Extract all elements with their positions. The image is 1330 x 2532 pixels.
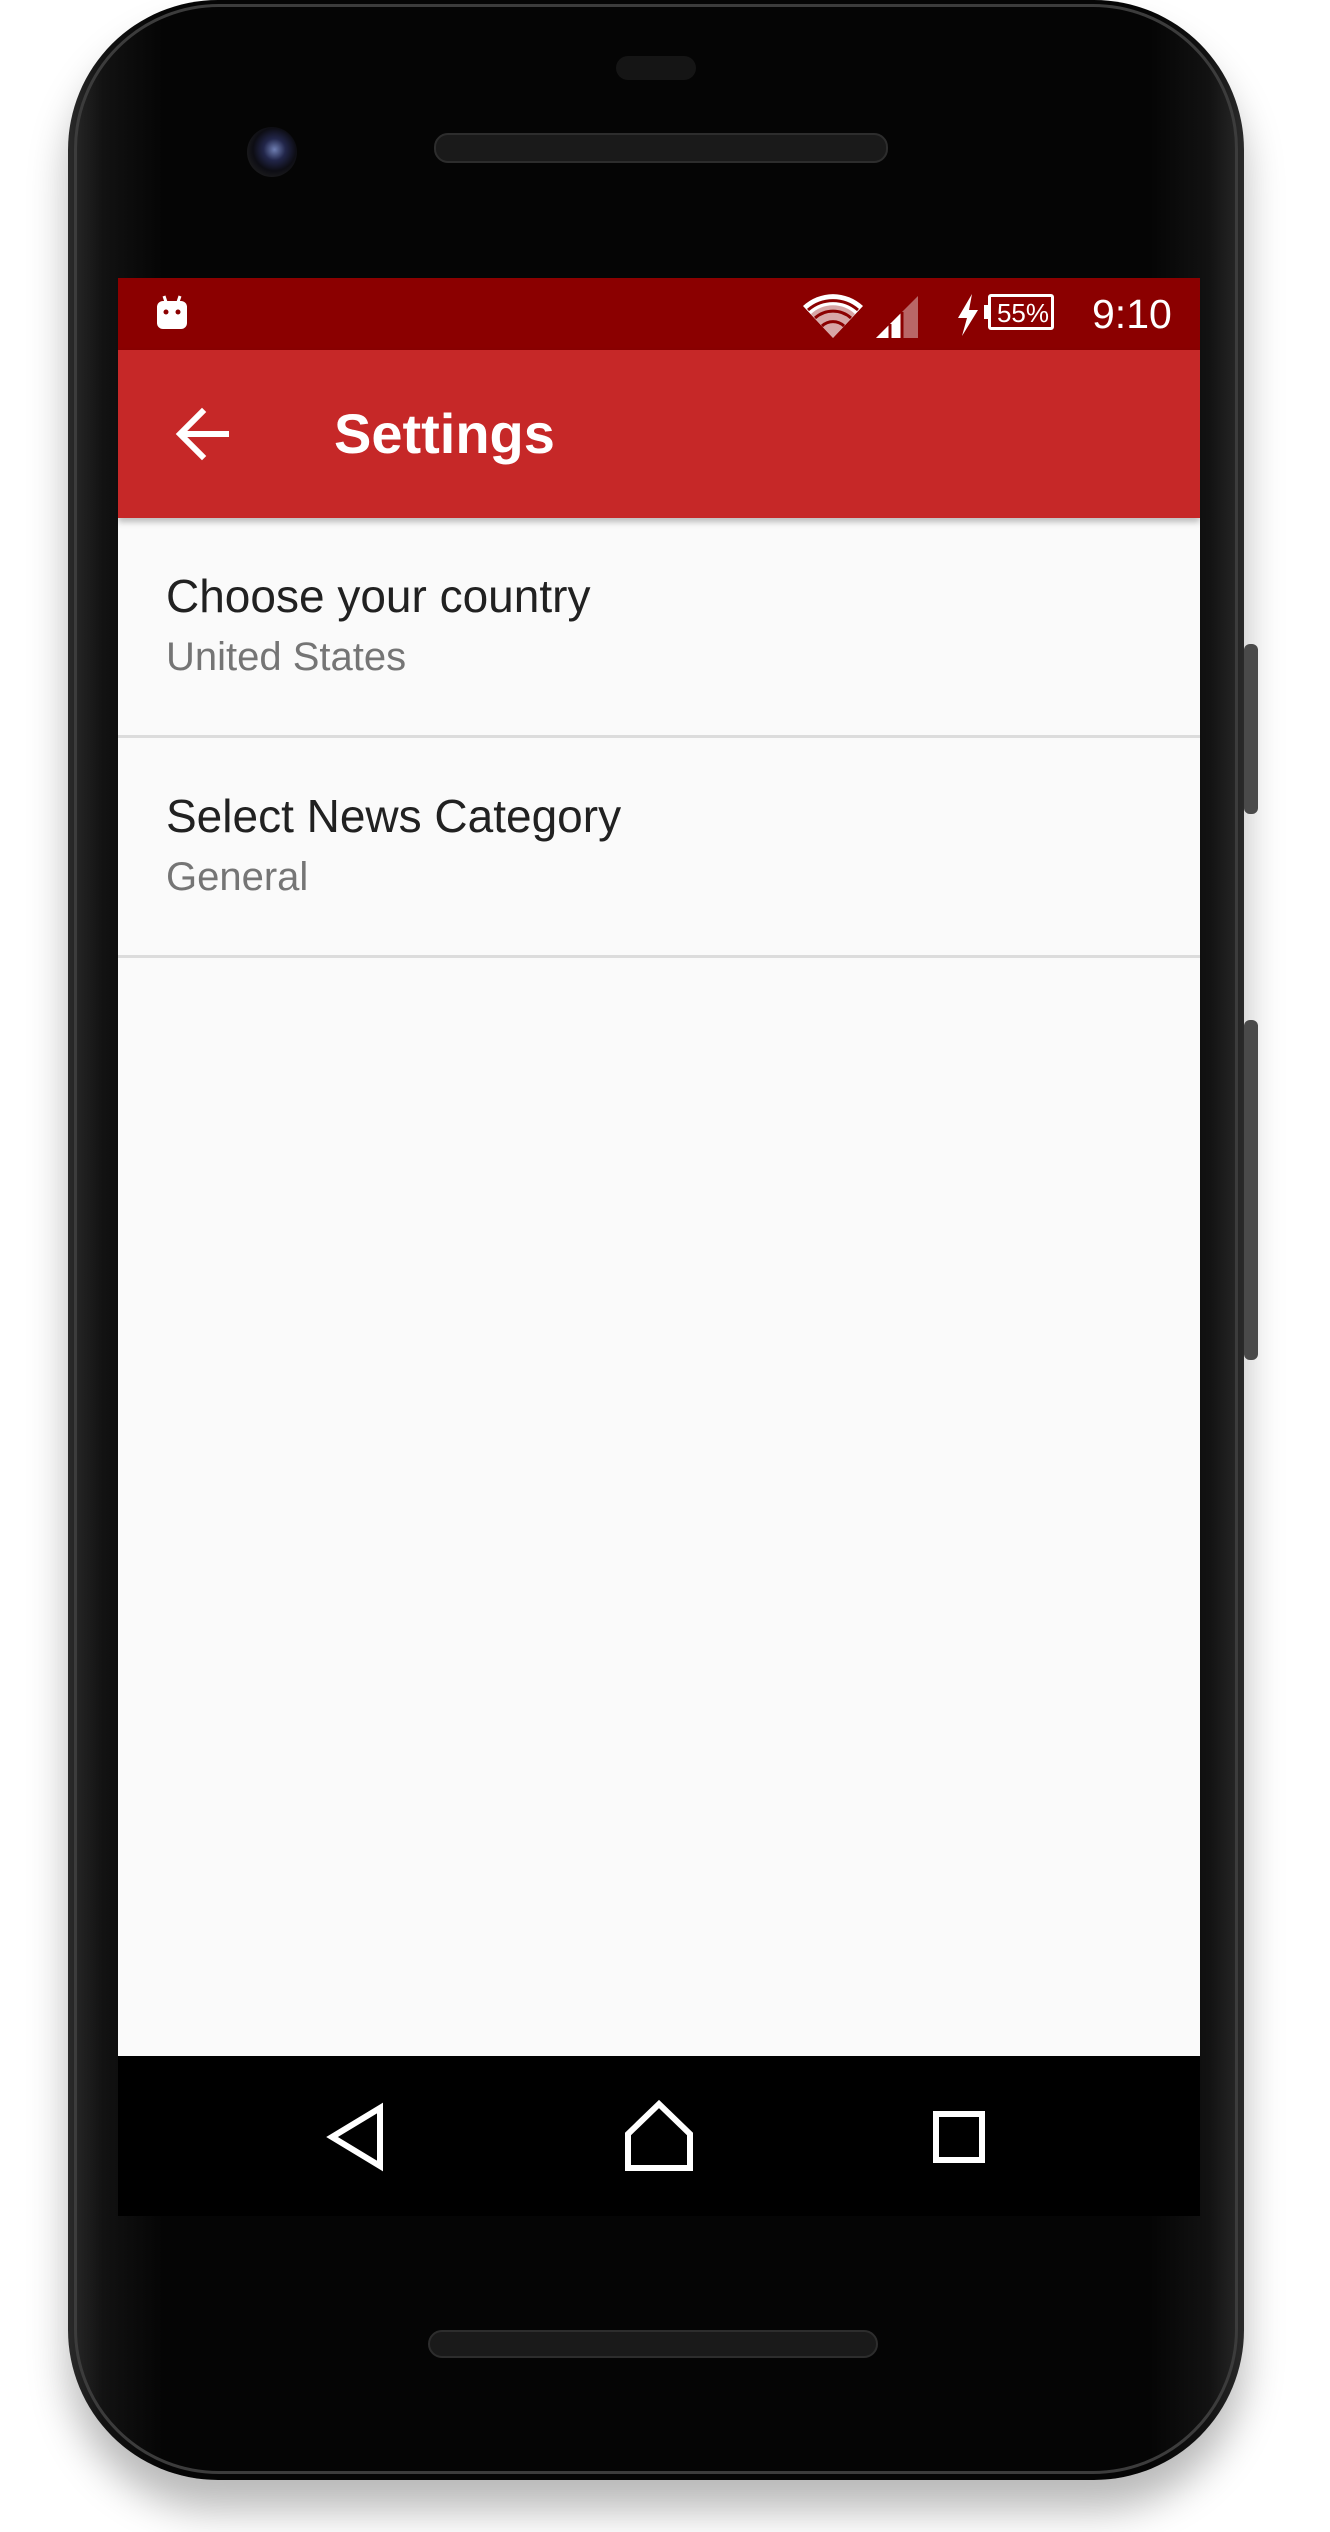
android-icon (157, 295, 187, 329)
preference-summary: United States (166, 635, 407, 679)
preference-news-category[interactable]: Select News Category General (118, 738, 1200, 958)
wifi-icon (803, 294, 863, 338)
arrow-left-icon[interactable] (162, 394, 242, 474)
preference-title: Select News Category (166, 790, 622, 842)
volume-rocker (1244, 1020, 1258, 1360)
screen: 55% 9:10 Settings Choose your country Un… (118, 278, 1200, 2056)
bottom-speaker (428, 2330, 878, 2358)
preference-list: Choose your country United States Select… (118, 518, 1200, 958)
signal-icon (876, 296, 918, 338)
back-triangle-icon[interactable] (314, 2092, 404, 2182)
status-bar: 55% 9:10 (118, 278, 1200, 350)
front-camera (247, 127, 297, 177)
preference-country[interactable]: Choose your country United States (118, 518, 1200, 738)
battery-percent: 55% (996, 298, 1050, 328)
power-button (1244, 644, 1258, 814)
app-bar: Settings (118, 350, 1200, 518)
page-title: Settings (334, 402, 555, 465)
device-mockup: 55% 9:10 Settings Choose your country Un… (0, 0, 1330, 2532)
status-time: 9:10 (1092, 291, 1172, 337)
battery-icon: 55% (984, 292, 1060, 334)
earpiece-speaker (434, 133, 888, 163)
preference-title: Choose your country (166, 570, 591, 622)
home-icon[interactable] (614, 2092, 704, 2182)
proximity-sensor (616, 56, 696, 80)
recents-icon[interactable] (914, 2092, 1004, 2182)
navigation-bar (118, 2056, 1200, 2216)
charging-bolt-icon (958, 294, 978, 336)
preference-summary: General (166, 855, 309, 899)
